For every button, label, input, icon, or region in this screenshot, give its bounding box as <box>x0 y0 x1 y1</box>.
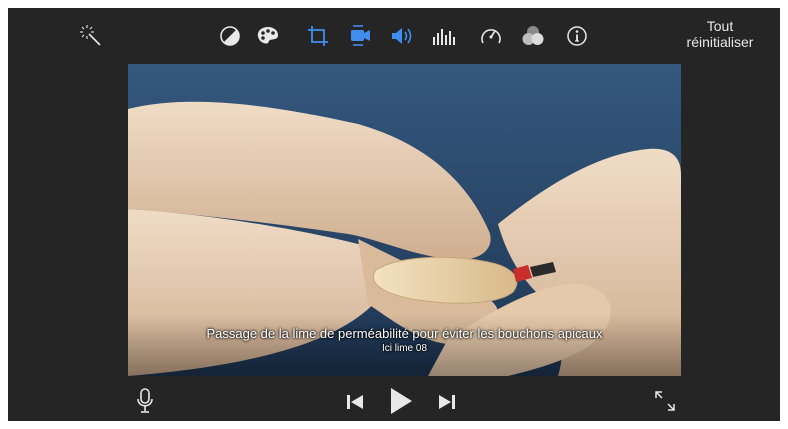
reset-label-line1: Tout <box>706 18 734 34</box>
subtitle-secondary-line: Ici lime 08 <box>381 343 427 354</box>
playback-controls <box>8 376 780 421</box>
reset-all-button[interactable]: Tout réinitialiser <box>676 18 764 50</box>
video-editor-window: Tout réinitialiser Passage de la lime de… <box>8 8 780 421</box>
color-palette-icon[interactable] <box>255 24 281 48</box>
adjustments-toolbar: Tout réinitialiser <box>8 8 780 64</box>
fullscreen-icon[interactable] <box>653 389 677 413</box>
crop-icon[interactable] <box>305 24 331 48</box>
magic-wand-icon[interactable] <box>78 24 104 48</box>
stabilization-icon[interactable] <box>347 24 373 48</box>
speed-icon[interactable] <box>478 24 504 48</box>
play-icon[interactable] <box>388 386 414 416</box>
reset-label-line2: réinitialiser <box>686 34 754 50</box>
microphone-icon[interactable] <box>134 388 156 414</box>
color-balance-icon[interactable] <box>217 24 243 48</box>
video-preview[interactable]: Passage de la lime de perméabilité pour … <box>128 64 681 376</box>
volume-icon[interactable] <box>390 24 416 48</box>
skip-back-icon[interactable] <box>345 392 365 412</box>
subtitle-line: Passage de la lime de perméabilité pour … <box>206 326 603 341</box>
skip-forward-icon[interactable] <box>437 392 457 412</box>
equalizer-icon[interactable] <box>432 24 458 48</box>
info-icon[interactable] <box>564 24 590 48</box>
video-overlay-icon[interactable] <box>520 24 546 48</box>
